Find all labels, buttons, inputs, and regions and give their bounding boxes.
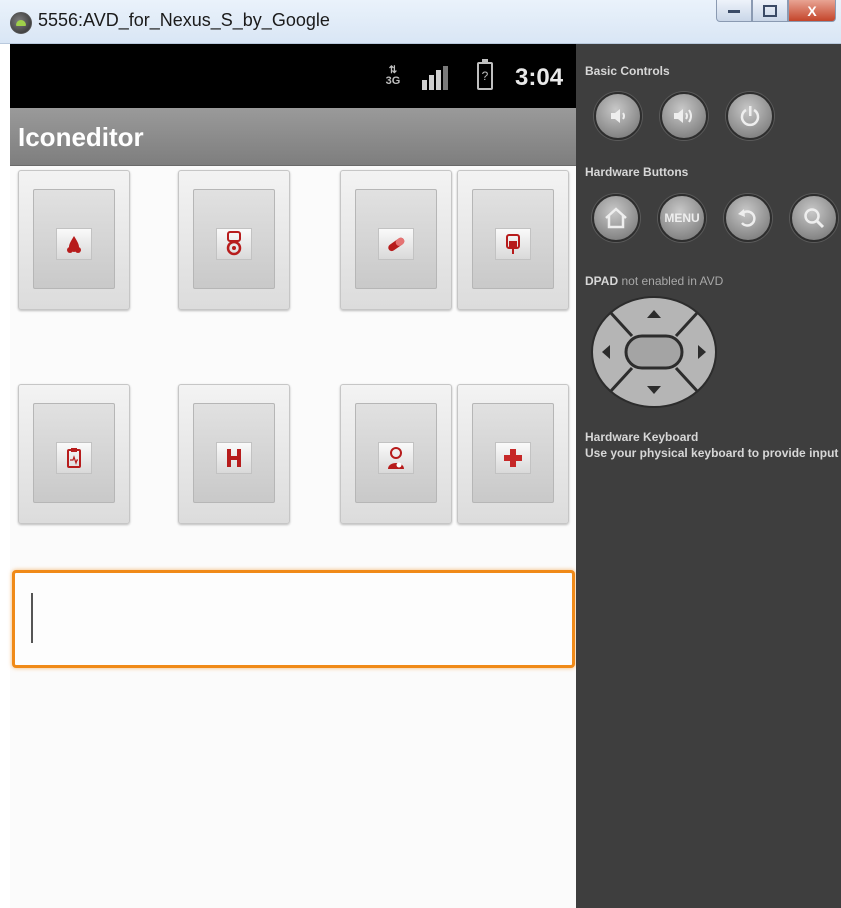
close-icon: X: [807, 2, 817, 19]
volume-up-icon: [674, 109, 692, 123]
hospital-h-icon: [227, 449, 241, 467]
window-controls: X: [716, 0, 836, 22]
basic-controls-label: Basic Controls: [585, 64, 670, 78]
menu-button-label: MENU: [664, 211, 700, 225]
app-title: Iconeditor: [18, 122, 144, 152]
window-titlebar: 5556:AVD_for_Nexus_S_by_Google X: [0, 0, 841, 44]
action-bar: Iconeditor: [10, 108, 576, 166]
hardware-keyboard-note: Use your physical keyboard to provide in…: [585, 446, 839, 460]
pill-icon: [388, 237, 405, 252]
stethoscope-icon: [226, 231, 242, 256]
volume-down-icon: [611, 109, 625, 123]
android-app-icon: [10, 12, 32, 34]
power-icon: [740, 106, 760, 127]
icon-button-1[interactable]: [18, 170, 130, 310]
device-screen: ⇅ 3G ? 3:04 Iconeditor: [10, 44, 576, 908]
close-button[interactable]: X: [788, 0, 836, 22]
network-3g-icon: ⇅ 3G: [385, 65, 401, 87]
text-input[interactable]: [12, 570, 575, 668]
minimize-button[interactable]: [716, 0, 752, 22]
volume-up-button[interactable]: [660, 92, 708, 140]
home-icon: [605, 207, 627, 229]
menu-button[interactable]: MENU: [658, 194, 706, 242]
text-cursor: [31, 593, 33, 643]
volume-down-button[interactable]: [594, 92, 642, 140]
maximize-button[interactable]: [752, 0, 788, 22]
hardware-keyboard-label: Hardware Keyboard: [585, 430, 699, 444]
drops-icon: [67, 236, 81, 253]
back-button[interactable]: [724, 194, 772, 242]
iv-bag-icon: [506, 234, 520, 254]
dpad-note: not enabled in AVD: [621, 274, 724, 288]
icon-button-2[interactable]: [178, 170, 290, 310]
medical-cross-icon: [504, 449, 522, 467]
status-bar: ⇅ 3G ? 3:04: [10, 44, 576, 108]
hardware-buttons-label: Hardware Buttons: [585, 165, 689, 179]
maximize-icon: [763, 4, 777, 17]
home-button[interactable]: [592, 194, 640, 242]
icon-button-5[interactable]: [18, 384, 130, 524]
emulator-control-panel: Basic Controls Hardware Buttons MENU DPA…: [576, 44, 841, 908]
battery-icon: ?: [477, 59, 493, 90]
icon-button-7[interactable]: [340, 384, 452, 524]
icon-button-8[interactable]: [457, 384, 569, 524]
window-title: 5556:AVD_for_Nexus_S_by_Google: [38, 10, 330, 30]
search-icon: [804, 208, 825, 229]
icon-button-3[interactable]: [340, 170, 452, 310]
clipboard-icon: [67, 448, 81, 468]
network-type-label: 3G: [385, 75, 401, 87]
dpad-label: DPAD not enabled in AVD: [585, 274, 724, 288]
search-button[interactable]: [790, 194, 838, 242]
power-button[interactable]: [726, 92, 774, 140]
back-icon: [738, 209, 756, 227]
status-time: 3:04: [515, 64, 564, 91]
signal-icon: [422, 66, 448, 90]
icon-button-6[interactable]: [178, 384, 290, 524]
minimize-icon: [728, 9, 740, 13]
doctor-icon: [388, 447, 404, 469]
dpad-icon: [591, 296, 717, 408]
icon-button-4[interactable]: [457, 170, 569, 310]
